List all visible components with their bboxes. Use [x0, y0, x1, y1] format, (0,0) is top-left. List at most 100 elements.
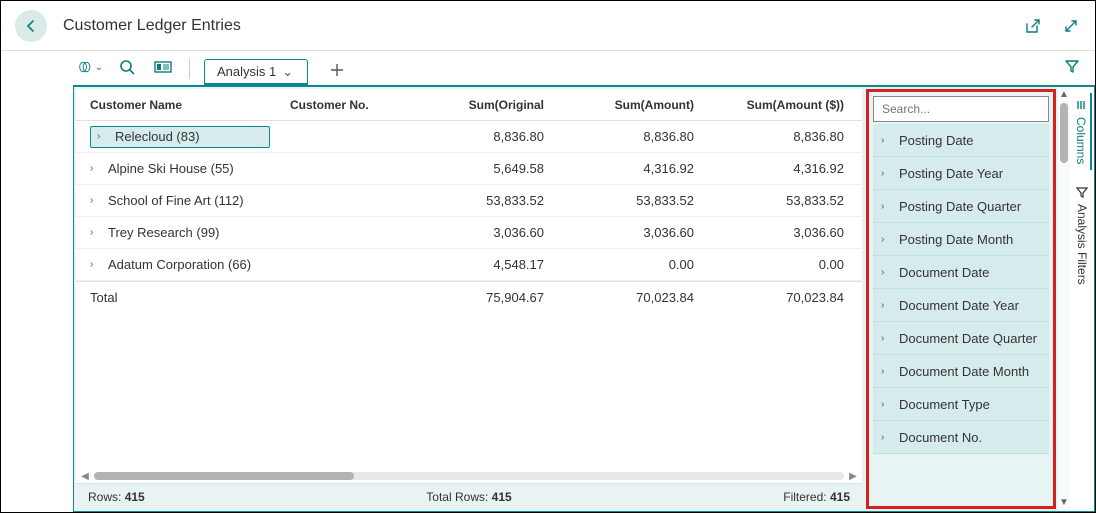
horizontal-scrollbar[interactable]: ◀ ▶	[76, 469, 862, 483]
field-label: Posting Date Quarter	[899, 199, 1021, 214]
field-item[interactable]: › Document No.	[873, 421, 1049, 454]
field-item[interactable]: › Document Date	[873, 256, 1049, 289]
customer-name-cell: Alpine Ski House (55)	[108, 161, 234, 176]
collapse-icon[interactable]	[1061, 16, 1081, 36]
total-rows-value: 415	[492, 490, 512, 504]
side-tab-analysis-filters[interactable]: Analysis Filters	[1073, 180, 1091, 291]
table-row[interactable]: › Adatum Corporation (66) 4,548.17 0.00 0…	[76, 249, 862, 281]
page-header: Customer Ledger Entries	[1, 1, 1095, 51]
field-label: Document Date Month	[899, 364, 1029, 379]
grid-header: Customer Name Customer No. Sum(Original …	[76, 89, 862, 121]
chevron-right-icon: ›	[881, 168, 893, 179]
field-item[interactable]: › Document Date Month	[873, 355, 1049, 388]
table-row[interactable]: › Alpine Ski House (55) 5,649.58 4,316.92…	[76, 153, 862, 185]
left-margin	[1, 51, 73, 512]
col-sum-original[interactable]: Sum(Original	[402, 98, 552, 112]
chevron-right-icon[interactable]: ›	[90, 259, 100, 270]
search-input[interactable]	[880, 101, 1042, 117]
tab-label: Analysis 1	[217, 64, 276, 79]
field-item[interactable]: › Posting Date Month	[873, 223, 1049, 256]
totals-row: Total 75,904.67 70,023.84 70,023.84	[76, 281, 862, 313]
chevron-right-icon: ›	[881, 399, 893, 410]
sum-amount-cell: 0.00	[552, 257, 702, 272]
totals-v1: 70,023.84	[552, 290, 702, 305]
field-label: Posting Date Month	[899, 232, 1013, 247]
customer-name-cell: Adatum Corporation (66)	[108, 257, 251, 272]
col-sum-amount[interactable]: Sum(Amount)	[552, 98, 702, 112]
chevron-right-icon[interactable]: ›	[90, 163, 100, 174]
field-label: Document Date Year	[899, 298, 1019, 313]
field-item[interactable]: ›Posting Date	[873, 124, 1049, 157]
field-label: Document No.	[899, 430, 982, 445]
table-row[interactable]: › School of Fine Art (112) 53,833.52 53,8…	[76, 185, 862, 217]
chevron-right-icon: ›	[881, 300, 893, 311]
sum-amount-usd-cell: 0.00	[702, 257, 852, 272]
filtered-label: Filtered:	[783, 490, 826, 504]
sum-amount-cell: 3,036.60	[552, 225, 702, 240]
customer-name-cell: Trey Research (99)	[108, 225, 220, 240]
totals-v2: 70,023.84	[702, 290, 852, 305]
total-rows-label: Total Rows:	[426, 490, 488, 504]
field-label: Document Date Quarter	[899, 331, 1037, 346]
add-tab-button[interactable]	[326, 59, 348, 81]
col-customer-name[interactable]: Customer Name	[82, 98, 282, 112]
rows-label: Rows:	[88, 490, 121, 504]
field-panel: ›Posting Date›Posting Date Year›Posting …	[866, 89, 1056, 509]
sum-amount-cell: 53,833.52	[552, 193, 702, 208]
chevron-right-icon: ›	[881, 135, 893, 146]
col-sum-amount-usd[interactable]: Sum(Amount ($))	[702, 98, 852, 112]
chevron-right-icon: ›	[881, 366, 893, 377]
field-item[interactable]: › Posting Date Quarter	[873, 190, 1049, 223]
sum-amount-cell: 8,836.80	[552, 129, 702, 144]
field-item[interactable]: › Document Date Year	[873, 289, 1049, 322]
field-item[interactable]: › Posting Date Year	[873, 157, 1049, 190]
chevron-right-icon: ›	[881, 201, 893, 212]
vertical-scrollbar[interactable]: ▲ ▼	[1058, 87, 1070, 511]
sum-amount-usd-cell: 8,836.80	[702, 129, 852, 144]
field-item[interactable]: › Document Date Quarter	[873, 322, 1049, 355]
field-label: Document Date	[899, 265, 989, 280]
body: ⌄ Analysis 1 ⌄ Customer Name	[1, 51, 1095, 512]
chevron-down-icon: ⌄	[282, 64, 293, 80]
field-label: Posting Date Year	[899, 166, 1003, 181]
field-label: Document Type	[899, 397, 990, 412]
sum-amount-usd-cell: 3,036.60	[702, 225, 852, 240]
chevron-right-icon[interactable]: ›	[90, 195, 100, 206]
toolbar: ⌄ Analysis 1 ⌄	[73, 51, 1095, 85]
field-search[interactable]	[873, 96, 1049, 122]
chevron-right-icon[interactable]: ›	[97, 131, 107, 142]
field-item[interactable]: › Document Type	[873, 388, 1049, 421]
share-icon[interactable]	[1023, 16, 1043, 36]
chevron-right-icon: ›	[881, 234, 893, 245]
sum-amount-usd-cell: 53,833.52	[702, 193, 852, 208]
chevron-right-icon: ›	[881, 267, 893, 278]
table-row[interactable]: ›Relecloud (83) 8,836.80 8,836.80 8,836.…	[76, 121, 862, 153]
back-button[interactable]	[15, 10, 47, 42]
table-row[interactable]: › Trey Research (99) 3,036.60 3,036.60 3,…	[76, 217, 862, 249]
customer-name-cell: School of Fine Art (112)	[108, 193, 244, 208]
sum-original-cell: 5,649.58	[402, 161, 552, 176]
data-grid: Customer Name Customer No. Sum(Original …	[76, 89, 862, 509]
filtered-value: 415	[830, 490, 850, 504]
search-icon[interactable]	[115, 55, 139, 79]
sum-original-cell: 53,833.52	[402, 193, 552, 208]
sum-original-cell: 8,836.80	[402, 129, 552, 144]
pivot-icon[interactable]: ⌄	[79, 55, 103, 79]
totals-label: Total	[82, 290, 282, 305]
chevron-right-icon[interactable]: ›	[90, 227, 100, 238]
sum-original-cell: 4,548.17	[402, 257, 552, 272]
side-tab-columns[interactable]: Columns	[1072, 93, 1092, 170]
view-icon[interactable]	[151, 55, 175, 79]
filter-icon[interactable]	[1064, 58, 1080, 74]
col-customer-no[interactable]: Customer No.	[282, 98, 402, 112]
sum-amount-cell: 4,316.92	[552, 161, 702, 176]
chevron-right-icon: ›	[881, 432, 893, 443]
sum-original-cell: 3,036.60	[402, 225, 552, 240]
chevron-right-icon: ›	[881, 333, 893, 344]
tab-analysis-1[interactable]: Analysis 1 ⌄	[204, 59, 308, 85]
totals-v0: 75,904.67	[402, 290, 552, 305]
rows-value: 415	[125, 490, 145, 504]
page-title: Customer Ledger Entries	[63, 17, 241, 35]
sum-amount-usd-cell: 4,316.92	[702, 161, 852, 176]
status-bar: Rows: 415 Total Rows: 415 Filtered: 415	[76, 483, 862, 509]
